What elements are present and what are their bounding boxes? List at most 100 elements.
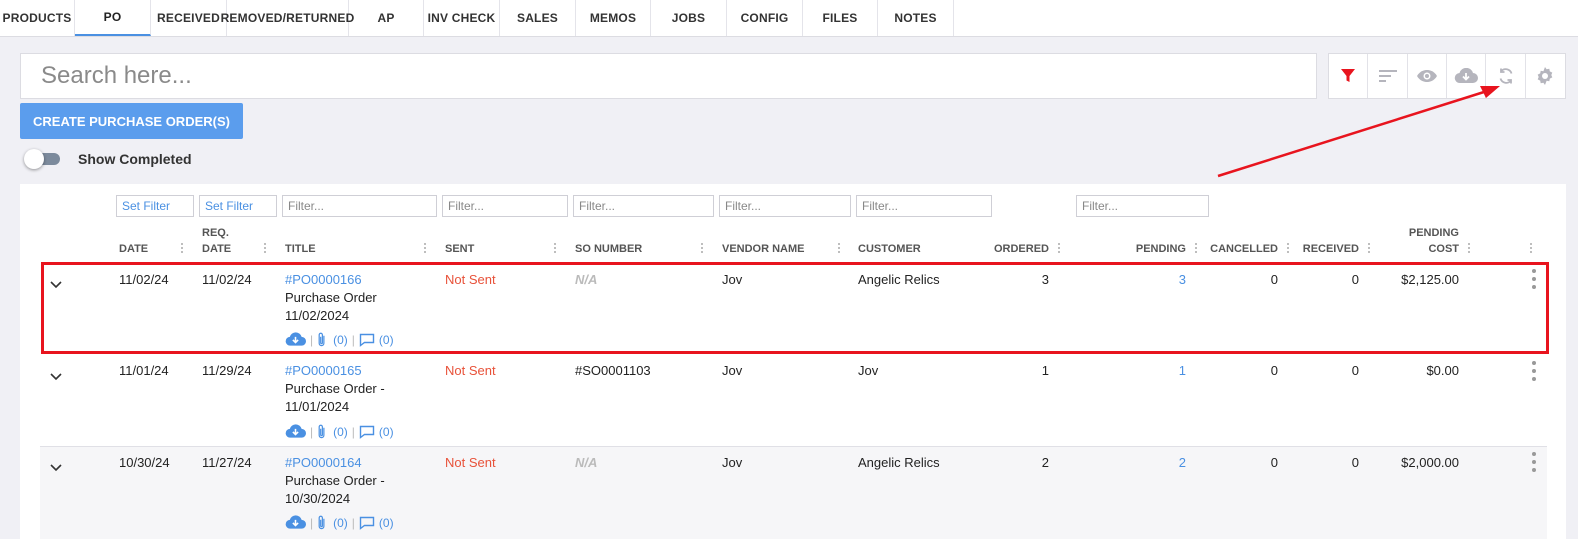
comments-count[interactable]: (0)	[379, 516, 394, 530]
pending-filter[interactable]: Filter...	[1076, 195, 1209, 217]
paperclip-icon[interactable]	[317, 424, 327, 439]
comment-icon[interactable]	[359, 333, 375, 347]
pending-sort-handle[interactable]	[1194, 240, 1198, 256]
row-customer: Jov	[858, 363, 879, 378]
customer-filter[interactable]: Filter...	[856, 195, 992, 217]
sort-button[interactable]	[1368, 54, 1408, 98]
col-header-title[interactable]: TITLE	[285, 241, 316, 257]
vendor-sort-handle[interactable]	[837, 240, 841, 256]
req-date-sort-handle[interactable]	[263, 240, 267, 256]
col-header-sent[interactable]: SENT	[445, 241, 474, 257]
attachments-count[interactable]: (0)	[333, 516, 348, 530]
columns-visibility-button[interactable]	[1408, 54, 1448, 98]
search-input[interactable]	[21, 54, 1316, 98]
cloud-download-icon[interactable]	[285, 424, 306, 439]
comments-count[interactable]: (0)	[379, 425, 394, 439]
cloud-download-icon[interactable]	[285, 332, 306, 347]
col-header-vendor[interactable]: VENDOR NAME	[722, 241, 805, 257]
so-number-filter[interactable]: Filter...	[573, 195, 714, 217]
comments-count[interactable]: (0)	[379, 333, 394, 347]
col-header-cancelled[interactable]: CANCELLED	[1200, 241, 1278, 257]
refresh-button[interactable]	[1486, 54, 1526, 98]
req-date-filter[interactable]: Set Filter	[199, 195, 277, 217]
row-pending-cost: $2,125.00	[1401, 272, 1459, 287]
row-vendor: Jov	[722, 363, 743, 378]
sent-filter[interactable]: Filter...	[442, 195, 568, 217]
received-sort-handle[interactable]	[1367, 240, 1371, 256]
po-number-link[interactable]: #PO0000166	[285, 271, 362, 289]
vendor-filter[interactable]: Filter...	[719, 195, 851, 217]
comment-icon[interactable]	[359, 516, 375, 530]
row-so-number: #SO0001103	[575, 363, 651, 378]
expand-row-chevron-icon[interactable]	[50, 281, 62, 289]
col-header-pending[interactable]: PENDING	[1090, 241, 1186, 257]
attachments-count[interactable]: (0)	[333, 333, 348, 347]
tab-products[interactable]: PRODUCTS	[0, 0, 75, 36]
col-header-req-top[interactable]: REQ.	[202, 225, 229, 241]
tab-received[interactable]: RECEIVED	[151, 0, 227, 36]
row-received: 0	[1351, 455, 1359, 470]
row-pending-cost: $0.00	[1426, 363, 1459, 378]
title-filter[interactable]: Filter...	[282, 195, 437, 217]
attachments-count[interactable]: (0)	[333, 425, 348, 439]
po-number-link[interactable]: #PO0000165	[285, 362, 362, 380]
col-header-ordered[interactable]: ORDERED	[960, 241, 1049, 257]
row-actions: | (0) | (0)	[285, 332, 394, 347]
col-header-date[interactable]: DATE	[119, 241, 148, 257]
col-header-pending-cost[interactable]: COST	[1380, 241, 1459, 257]
row-cancelled: 0	[1270, 455, 1278, 470]
create-purchase-order-button[interactable]: CREATE PURCHASE ORDER(S)	[20, 103, 243, 139]
row-title-line1: Purchase Order -	[285, 473, 385, 488]
top-tab-bar: PRODUCTS PO RECEIVED REMOVED/RETURNED AP…	[0, 0, 1578, 37]
row-menu-icon[interactable]	[1532, 361, 1536, 381]
settings-button[interactable]	[1526, 54, 1565, 98]
row-pending-link[interactable]: 1	[1126, 362, 1186, 380]
title-sort-handle[interactable]	[423, 240, 427, 256]
paperclip-icon[interactable]	[317, 515, 327, 530]
gear-icon	[1538, 67, 1553, 85]
row-menu-icon[interactable]	[1532, 269, 1536, 289]
tab-files[interactable]: FILES	[803, 0, 878, 36]
date-sort-handle[interactable]	[180, 240, 184, 256]
row-pending-link[interactable]: 2	[1126, 454, 1186, 472]
tab-inv-check[interactable]: INV CHECK	[424, 0, 500, 36]
row-received: 0	[1351, 272, 1359, 287]
ordered-sort-handle[interactable]	[1057, 240, 1061, 256]
row-pending-link[interactable]: 3	[1126, 271, 1186, 289]
so-number-sort-handle[interactable]	[700, 240, 704, 256]
col-header-so-number[interactable]: SO NUMBER	[575, 241, 642, 257]
tab-sales[interactable]: SALES	[500, 0, 576, 36]
tab-po[interactable]: PO	[75, 0, 151, 36]
po-number-link[interactable]: #PO0000164	[285, 454, 362, 472]
expand-row-chevron-icon[interactable]	[50, 464, 62, 472]
row-vendor: Jov	[722, 455, 743, 470]
tab-removed-returned[interactable]: REMOVED/RETURNED	[221, 0, 354, 36]
row-so-number: N/A	[575, 455, 598, 470]
pending-cost-sort-handle[interactable]	[1467, 240, 1471, 256]
row-customer: Angelic Relics	[858, 272, 940, 287]
tab-ap[interactable]: AP	[349, 0, 424, 36]
col-header-customer[interactable]: CUSTOMER	[858, 241, 921, 257]
show-completed-toggle[interactable]	[24, 149, 60, 169]
filter-button[interactable]	[1329, 54, 1369, 98]
col-header-req-date[interactable]: DATE	[202, 241, 231, 257]
expand-row-chevron-icon[interactable]	[50, 373, 62, 381]
row-actions: | (0) | (0)	[285, 515, 394, 530]
search-box	[20, 53, 1317, 99]
col-header-received[interactable]: RECEIVED	[1290, 241, 1359, 257]
tab-config[interactable]: CONFIG	[727, 0, 803, 36]
row-menu-icon[interactable]	[1532, 452, 1536, 472]
tab-jobs[interactable]: JOBS	[651, 0, 727, 36]
comment-icon[interactable]	[359, 425, 375, 439]
actions-column-handle[interactable]	[1529, 240, 1533, 256]
sent-sort-handle[interactable]	[553, 240, 557, 256]
date-filter[interactable]: Set Filter	[116, 195, 194, 217]
tab-memos[interactable]: MEMOS	[576, 0, 651, 36]
tab-notes[interactable]: NOTES	[878, 0, 954, 36]
col-header-pending-cost-top[interactable]: PENDING	[1380, 225, 1459, 241]
row-ordered: 1	[1041, 363, 1049, 378]
cloud-download-icon[interactable]	[285, 515, 306, 530]
row-ordered: 3	[1041, 272, 1049, 287]
export-button[interactable]	[1447, 54, 1487, 98]
paperclip-icon[interactable]	[317, 332, 327, 347]
